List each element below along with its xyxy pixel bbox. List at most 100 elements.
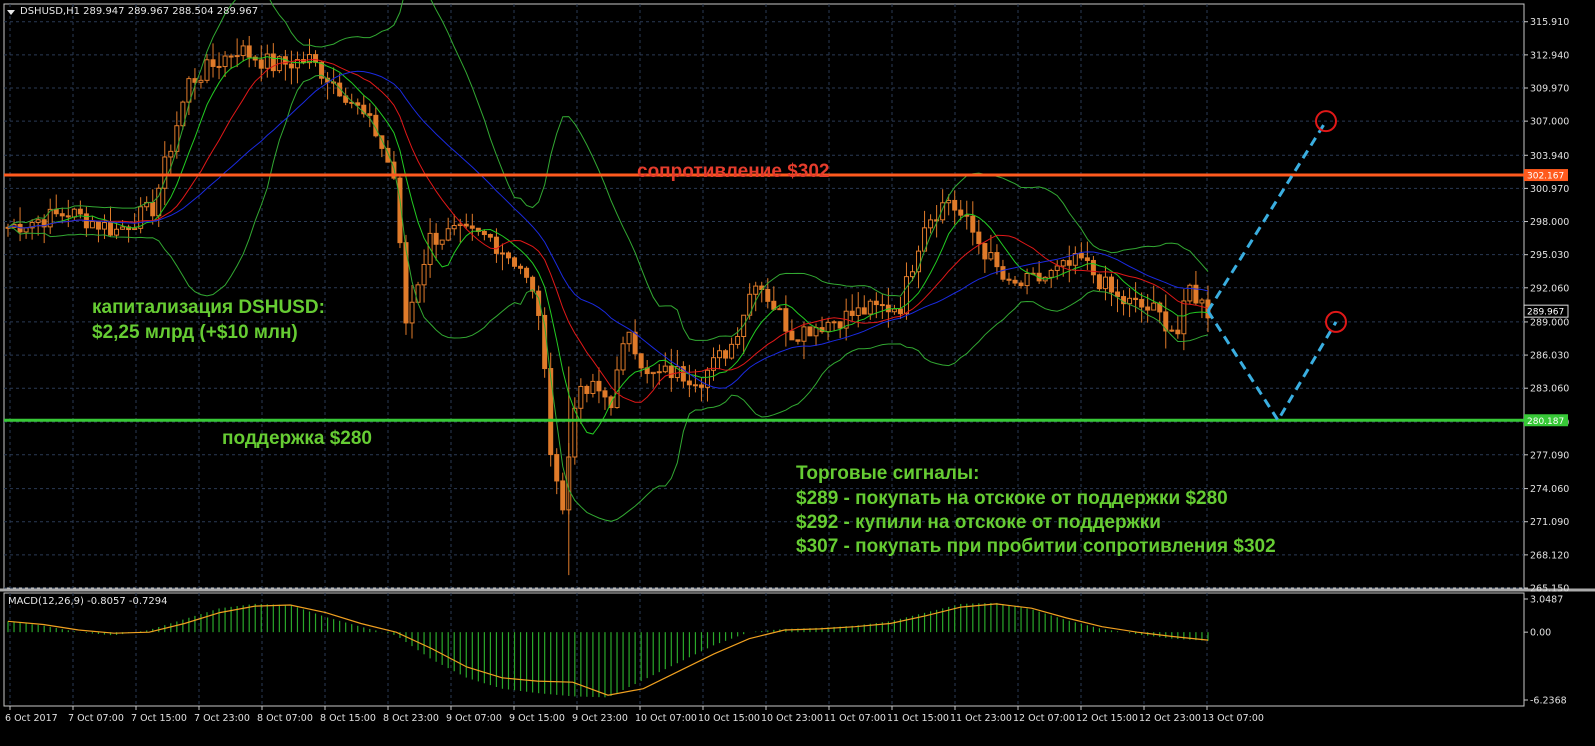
candle-body — [1175, 329, 1181, 335]
candle-body — [53, 208, 59, 215]
support-price-label: 280.187 — [1527, 417, 1564, 427]
candle-body — [765, 289, 771, 302]
y-tick-label: 307.000 — [1530, 117, 1569, 128]
candle-body — [602, 390, 608, 398]
candle-body — [976, 231, 982, 245]
candle-body — [445, 228, 451, 241]
candle-body — [1024, 273, 1030, 287]
candle-body — [198, 79, 204, 83]
candle-body — [59, 213, 65, 217]
candle-body — [421, 263, 427, 286]
candle-body — [1169, 329, 1175, 332]
y-tick-label: 298.000 — [1530, 217, 1569, 228]
candle-body — [228, 55, 234, 58]
candle-body — [729, 343, 735, 359]
candle-body — [1127, 297, 1133, 305]
candle-body — [620, 343, 626, 371]
candle-body — [584, 385, 590, 394]
candle-body — [717, 350, 723, 359]
candle-body — [813, 327, 819, 337]
y-tick-label: 277.090 — [1530, 450, 1569, 461]
y-tick-label: 300.970 — [1530, 184, 1569, 195]
collapse-triangle-icon[interactable] — [7, 10, 15, 15]
chart-canvas: 315.910 312.940 309.970 307.000 303.940 300.9… — [0, 0, 1595, 724]
x-tick-label: 6 Oct 2017 — [5, 713, 58, 724]
candle-body — [910, 271, 915, 278]
candle-body — [946, 199, 952, 204]
candle-body — [518, 265, 524, 269]
candle-body — [65, 215, 71, 218]
candle-body — [596, 380, 602, 392]
y-tick-label: 283.060 — [1530, 384, 1569, 395]
y-tick-label: 274.060 — [1530, 484, 1569, 495]
candle-body — [512, 257, 518, 267]
candle-body — [451, 224, 457, 230]
last-price-label: 289.967 — [1527, 308, 1564, 318]
x-tick-label: 8 Oct 07:00 — [257, 713, 313, 724]
x-tick-label: 12 Oct 23:00 — [1139, 713, 1201, 724]
candle-body — [548, 368, 554, 456]
candle-body — [77, 208, 83, 215]
candle-body — [270, 53, 276, 72]
candle-body — [95, 221, 101, 230]
candle-body — [753, 285, 759, 295]
candle-body — [849, 310, 855, 316]
candle-body — [1187, 284, 1193, 302]
candle-body — [288, 63, 294, 69]
candle-body — [114, 228, 120, 236]
candle-body — [560, 480, 566, 511]
grid — [4, 4, 1524, 706]
candle-body — [867, 300, 873, 315]
y-tick-label: 309.970 — [1530, 84, 1569, 95]
y-tick-label: 289.000 — [1530, 317, 1569, 328]
candle-body — [499, 252, 505, 255]
forecast-path-support — [1206, 310, 1338, 424]
x-tick-label: 10 Oct 07:00 — [635, 713, 697, 724]
candle-body — [626, 331, 632, 345]
macd-histogram — [7, 602, 1209, 698]
candle-body — [1181, 300, 1187, 335]
x-tick-label: 13 Oct 07:00 — [1202, 713, 1264, 724]
candle-body — [1115, 291, 1121, 298]
macd-y-tick-label: 3.0487 — [1530, 595, 1563, 606]
candle-body — [469, 225, 475, 229]
candle-body — [952, 199, 958, 211]
candle-body — [481, 230, 487, 236]
x-tick-label: 9 Oct 07:00 — [446, 713, 502, 724]
candle-body — [554, 454, 560, 482]
macd-y-tick-label: -6.2368 — [1530, 696, 1567, 707]
candle-body — [958, 209, 964, 216]
trading-chart: 315.910 312.940 309.970 307.000 303.940 300.9… — [0, 0, 1595, 742]
candle-body — [234, 55, 240, 58]
candle-body — [367, 113, 373, 116]
candle-body — [1102, 276, 1108, 290]
candle-body — [1072, 253, 1078, 266]
support-label: поддержка $280 — [222, 428, 372, 449]
bollinger-upper — [7, 0, 1209, 341]
candle-body — [1139, 299, 1145, 308]
candle-body — [723, 350, 729, 359]
candle-body — [578, 385, 584, 409]
candle-body — [994, 252, 1000, 268]
candle-body — [632, 331, 638, 355]
y-tick-label: 271.090 — [1530, 517, 1569, 528]
candle-body — [1133, 297, 1139, 301]
candle-body — [168, 150, 174, 158]
candle-body — [216, 65, 222, 68]
candle-body — [891, 308, 897, 313]
candle-body — [879, 304, 885, 307]
y-tick-label: 265.150 — [1530, 584, 1569, 595]
candle-body — [855, 307, 861, 316]
candle-body — [988, 252, 994, 260]
y-tick-label: 286.030 — [1530, 351, 1569, 362]
candle-body — [698, 384, 704, 388]
resistance-label: сопротивление $302 — [637, 161, 830, 182]
candle-body — [1151, 302, 1157, 311]
y-tick-label: 312.940 — [1530, 50, 1569, 61]
candle-body — [463, 223, 469, 227]
x-tick-label: 7 Oct 07:00 — [68, 713, 124, 724]
candle-body — [204, 59, 210, 81]
candle-body — [505, 252, 511, 259]
candle-body — [777, 308, 783, 311]
candle-body — [210, 59, 216, 67]
